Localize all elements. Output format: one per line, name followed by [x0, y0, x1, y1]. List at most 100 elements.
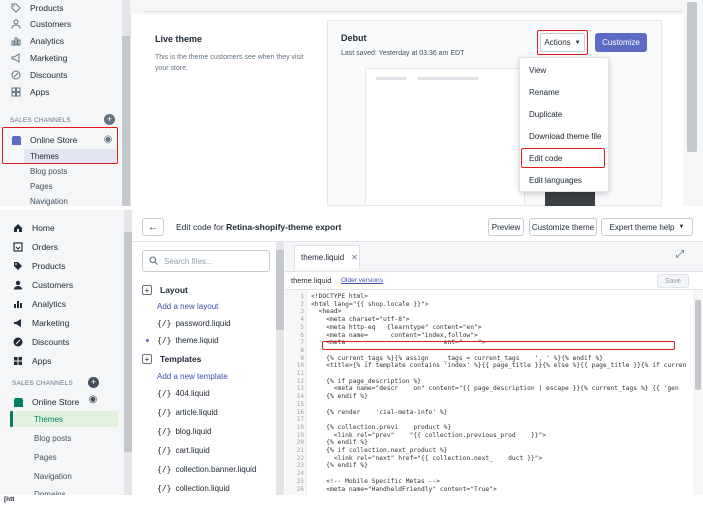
menu-item-rename[interactable]: Rename [521, 81, 609, 103]
menu-item-edit-languages[interactable]: Edit languages [521, 169, 609, 191]
actions-highlight-box [537, 30, 588, 55]
layout-section-heading[interactable]: + Layout [142, 285, 188, 295]
back-button[interactable]: ← [142, 218, 164, 236]
preview-line [376, 77, 406, 80]
search-files-field[interactable]: Search files... [142, 250, 270, 272]
sidebar-item-discounts[interactable]: Discounts [0, 67, 124, 83]
open-file-tab[interactable]: theme.liquid ✕ [294, 245, 360, 269]
theme-name: Debut [341, 33, 367, 43]
sidebar-subitem-blog-posts[interactable]: Blog posts [30, 167, 67, 176]
customize-button[interactable]: Customize [595, 33, 647, 52]
theme-preview-thumbnail [365, 68, 525, 206]
sidebar-item-discounts[interactable]: Discounts [0, 332, 124, 352]
sidebar-item-label: Discounts [32, 337, 70, 347]
liquid-file-icon: {/} [157, 484, 172, 493]
code-line: {% collection.previ product %} [311, 423, 452, 431]
sidebar-item-analytics[interactable]: Analytics [0, 294, 124, 314]
line-number: 13 [296, 385, 304, 393]
file-item-blog-liquid[interactable]: {/} blog.liquid [157, 427, 211, 436]
file-item-404-liquid[interactable]: {/} 404.liquid [157, 389, 210, 398]
active-file-dot [146, 339, 149, 342]
sidebar-subitem-navigation[interactable]: Navigation [30, 197, 68, 206]
file-name: cart.liquid [175, 446, 210, 455]
sidebar-subitem-themes[interactable]: Themes [34, 415, 63, 424]
file-item-theme-liquid[interactable]: {/} theme.liquid [157, 336, 219, 345]
top-right-scrollbar[interactable] [683, 0, 703, 206]
megaphone-icon [12, 317, 24, 329]
sidebar-item-customers[interactable]: Customers [0, 275, 124, 295]
eye-icon[interactable]: ◉ [87, 394, 99, 406]
liquid-file-icon: {/} [157, 465, 172, 474]
sidebar-item-products[interactable]: Products [0, 256, 124, 276]
file-item-article-liquid[interactable]: {/} article.liquid [157, 408, 218, 417]
code-scroll-thumb[interactable] [695, 300, 701, 390]
liquid-file-icon: {/} [157, 319, 172, 328]
line-number: 18 [296, 423, 304, 431]
discount-icon [12, 336, 24, 348]
sidebar-subitem-pages[interactable]: Pages [34, 453, 57, 462]
file-name: password.liquid [175, 319, 231, 328]
file-name: theme.liquid [175, 336, 219, 345]
sidebar-item-apps[interactable]: Apps [0, 84, 124, 100]
sidebar-item-analytics[interactable]: Analytics [0, 33, 124, 49]
add-new-layout-link[interactable]: Add a new layout [157, 302, 218, 311]
user-icon [10, 18, 22, 30]
menu-item-view[interactable]: View [521, 59, 609, 81]
line-number: 12 [296, 377, 304, 385]
sidebar-item-marketing[interactable]: Marketing [0, 50, 124, 66]
sidebar-item-apps[interactable]: Apps [0, 351, 124, 371]
add-channel-icon[interactable]: + [88, 377, 99, 388]
live-theme-title: Live theme [155, 34, 203, 44]
sidebar-item-products[interactable]: Products [0, 0, 124, 16]
add-new-template-link[interactable]: Add a new template [157, 372, 228, 381]
file-name: collection.liquid [175, 484, 230, 493]
code-scrollbar[interactable] [693, 290, 703, 495]
file-item-password-liquid[interactable]: {/} password.liquid [157, 319, 231, 328]
close-icon[interactable]: ✕ [351, 253, 358, 262]
home-icon [12, 222, 24, 234]
file-item-cart-liquid[interactable]: {/} cart.liquid [157, 446, 210, 455]
liquid-file-icon: {/} [157, 389, 172, 398]
code-line: <meta name="HandheldFriendly" content="T… [311, 485, 497, 493]
templates-section-heading[interactable]: + Templates [142, 354, 201, 364]
save-button[interactable]: Save [657, 274, 689, 288]
fullscreen-icon[interactable]: ⤢ [674, 249, 686, 261]
older-versions-link[interactable]: Older versions [341, 277, 383, 284]
sidebar-subitem-navigation[interactable]: Navigation [34, 472, 72, 481]
menu-item-download-theme-file[interactable]: Download theme file [521, 125, 609, 147]
preview-button[interactable]: Preview [488, 218, 524, 236]
preview-line [418, 77, 478, 80]
sidebar-item-label: Customers [32, 280, 74, 290]
sidebar-subitem-pages[interactable]: Pages [30, 182, 53, 191]
code-line: {% render 'cial-meta-info' %} [311, 408, 448, 416]
code-line: <!-- Mobile Specific Metas --> [311, 477, 440, 485]
sidebar-item-marketing[interactable]: Marketing [0, 313, 124, 333]
sidebar-subitem-blog-posts[interactable]: Blog posts [34, 434, 71, 443]
bottom-sidebar-scroll-thumb[interactable] [124, 232, 132, 452]
sidebar-item-orders[interactable]: Orders [0, 237, 124, 257]
file-item-collection-banner-liquid[interactable]: {/} collection.banner.liquid [157, 465, 256, 474]
top-right-scroll-thumb[interactable] [687, 2, 697, 152]
bar-chart-icon [10, 35, 22, 47]
sales-channels-heading: SALES CHANNELS [12, 380, 73, 387]
bottom-sidebar-scrollbar[interactable] [124, 210, 132, 495]
add-channel-icon[interactable]: + [104, 114, 115, 125]
sidebar-item-label: Home [32, 223, 55, 233]
line-number: 23 [296, 462, 304, 470]
file-panel-scroll-thumb[interactable] [276, 250, 284, 330]
expert-theme-help-button[interactable]: Expert theme help ▼ [601, 218, 693, 236]
file-item-collection-liquid[interactable]: {/} collection.liquid [157, 484, 230, 493]
top-sidebar-scroll-thumb[interactable] [122, 36, 130, 206]
menu-item-duplicate[interactable]: Duplicate [521, 103, 609, 125]
templates-heading-label: Templates [160, 354, 202, 364]
file-panel-scrollbar[interactable] [276, 242, 284, 495]
plus-square-icon: + [142, 285, 152, 295]
customize-theme-button[interactable]: Customize theme [529, 218, 597, 236]
top-sidebar: Products Customers Analytics Marketing D… [0, 0, 124, 206]
sidebar-item-home[interactable]: Home [0, 218, 124, 238]
open-file-tab-label: theme.liquid [301, 253, 345, 262]
sidebar-item-label: Online Store [32, 397, 80, 407]
sidebar-item-online-store[interactable]: Online Store [0, 392, 124, 412]
sidebar-item-customers[interactable]: Customers [0, 16, 124, 32]
line-number: 7 [300, 339, 304, 347]
